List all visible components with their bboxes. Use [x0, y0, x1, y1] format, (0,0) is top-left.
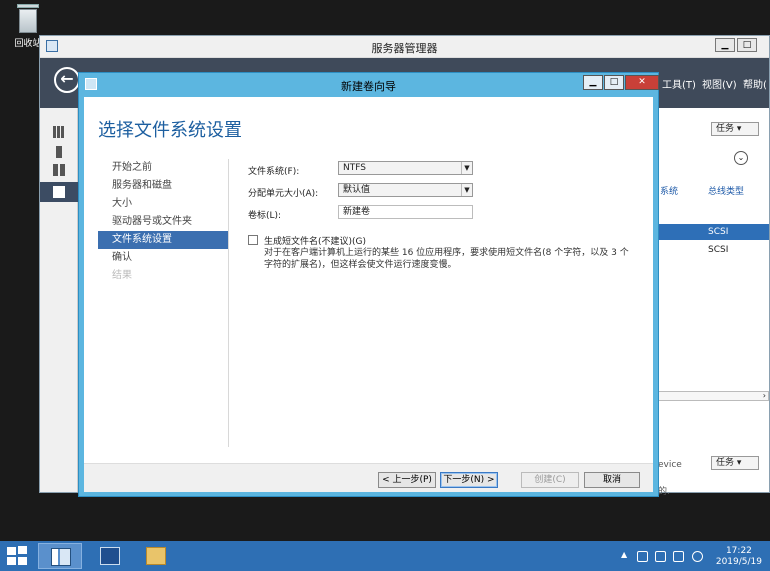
dropdown-arrow-icon: ▼ [461, 162, 472, 174]
local-server-icon[interactable] [56, 146, 62, 158]
clock-date: 2019/5/19 [715, 557, 762, 567]
next-button[interactable]: 下一步(N) > [440, 472, 498, 488]
volume-label-label: 卷标(L): [248, 211, 282, 221]
folder-icon [146, 547, 166, 565]
dashboard-icon[interactable] [53, 126, 65, 138]
sm-maximize-button[interactable]: □ [737, 38, 757, 52]
clock[interactable]: 17:22 2019/5/19 [716, 546, 762, 568]
wizard-step-nav: 开始之前 服务器和磁盘 大小 驱动器号或文件夹 文件系统设置 确认 结果 [98, 159, 228, 285]
taskbar-server-manager[interactable] [38, 543, 82, 569]
step-file-system-settings[interactable]: 文件系统设置 [98, 231, 228, 249]
menu-tools[interactable]: 工具(T) [662, 76, 696, 91]
wizard-close-button[interactable]: ✕ [625, 75, 659, 90]
volume-label-input[interactable]: 新建卷 [338, 205, 473, 219]
file-system-label: 文件系统(F): [248, 167, 300, 177]
server-manager-content: 任务 ▾ ⌄ 系统 总线类型 SCSI SCSI › evice 任务 ▾ 的. [656, 108, 769, 497]
tasks-dropdown[interactable]: 任务 ▾ [711, 122, 759, 136]
windows-logo-icon [7, 547, 16, 555]
wizard-minimize-button[interactable]: ▁ [583, 75, 603, 90]
bottom-text-fragment: 的. [658, 487, 670, 497]
step-before-you-begin[interactable]: 开始之前 [98, 159, 228, 177]
short-filename-label[interactable]: 生成短文件名(不建议)(G) [264, 234, 366, 247]
wizard-maximize-button[interactable]: □ [604, 75, 624, 90]
create-button: 创建(C) [521, 472, 579, 488]
server-manager-title: 服务器管理器 [371, 42, 438, 55]
step-confirmation[interactable]: 确认 [98, 249, 228, 267]
short-filename-description: 对于在客户端计算机上运行的某些 16 位应用程序，要求使用短文件名(8 个字符，… [264, 248, 629, 270]
nav-divider [228, 159, 229, 447]
allocation-unit-select[interactable]: 默认值 ▼ [338, 183, 473, 197]
step-results: 结果 [112, 270, 132, 281]
horizontal-scrollbar[interactable]: › [656, 391, 769, 401]
sm-minimize-button[interactable]: ▁ [715, 38, 735, 52]
back-arrow-icon[interactable]: ← [54, 67, 80, 93]
step-drive-letter[interactable]: 驱动器号或文件夹 [98, 213, 228, 231]
wizard-title: 新建卷向导 [341, 80, 396, 93]
taskbar-file-explorer[interactable] [134, 543, 178, 569]
recycle-bin-icon [15, 4, 41, 34]
page-title: 选择文件系统设置 [98, 120, 242, 141]
column-header-bus-type[interactable]: 总线类型 [708, 184, 744, 197]
cancel-button[interactable]: 取消 [584, 472, 640, 488]
wizard-titlebar[interactable]: 新建卷向导 ▁ □ ✕ [79, 73, 659, 97]
new-volume-wizard: 新建卷向导 ▁ □ ✕ 选择文件系统设置 开始之前 服务器和磁盘 大小 驱动器号… [78, 72, 659, 497]
start-button[interactable] [7, 546, 29, 566]
wizard-footer: < 上一步(P) 下一步(N) > 创建(C) 取消 [84, 463, 653, 492]
flag-icon[interactable] [637, 551, 648, 562]
taskbar: ▲ 17:22 2019/5/19 [0, 541, 770, 571]
allocation-unit-label: 分配单元大小(A): [248, 189, 319, 199]
dropdown-arrow-icon: ▼ [461, 184, 472, 196]
wizard-body: 选择文件系统设置 开始之前 服务器和磁盘 大小 驱动器号或文件夹 文件系统设置 … [84, 97, 653, 492]
previous-button[interactable]: < 上一步(P) [378, 472, 436, 488]
menu-help[interactable]: 帮助( [743, 76, 767, 91]
table-row[interactable]: SCSI [656, 242, 769, 258]
tasks-dropdown-2[interactable]: 任务 ▾ [711, 456, 759, 470]
short-filename-checkbox[interactable] [248, 235, 258, 245]
tray-overflow-icon[interactable]: ▲ [621, 550, 627, 559]
taskbar-powershell[interactable] [88, 543, 132, 569]
table-row[interactable]: SCSI [656, 224, 769, 240]
sidebar-item-file-services[interactable] [40, 182, 78, 202]
server-manager-icon [51, 548, 71, 566]
step-size[interactable]: 大小 [98, 195, 228, 213]
server-manager-sidebar [40, 108, 78, 492]
powershell-icon [100, 547, 120, 565]
volume-icon[interactable] [673, 551, 684, 562]
column-header-bus[interactable]: 系统 [660, 184, 678, 197]
file-system-select[interactable]: NTFS ▼ [338, 161, 473, 175]
input-method-icon[interactable] [692, 551, 703, 562]
step-server-and-disk[interactable]: 服务器和磁盘 [98, 177, 228, 195]
all-servers-icon[interactable] [53, 164, 65, 176]
server-manager-titlebar[interactable]: 服务器管理器 ▁ □ [40, 36, 769, 58]
menu-view[interactable]: 视图(V) [702, 76, 737, 91]
clock-time: 17:22 [725, 546, 752, 556]
device-label-fragment: evice [658, 460, 682, 470]
chevron-down-icon[interactable]: ⌄ [734, 151, 748, 165]
network-icon[interactable] [655, 551, 666, 562]
file-services-icon [53, 186, 65, 198]
